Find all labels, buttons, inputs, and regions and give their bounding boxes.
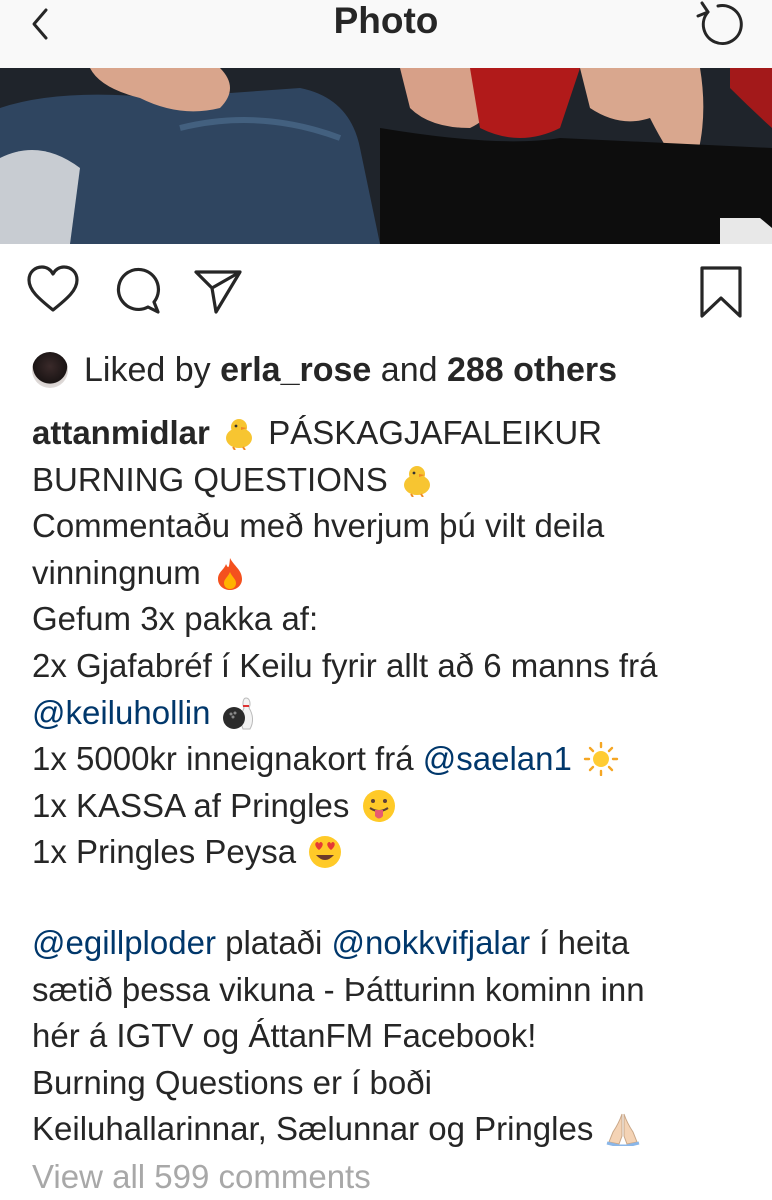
paper-plane-icon[interactable] — [192, 262, 244, 318]
likes-others[interactable]: 288 others — [447, 348, 617, 392]
caption-line-6: 2x Gjafabréf í Keilu fyrir allt að 6 man… — [32, 646, 658, 684]
chick-emoji — [226, 419, 253, 450]
comment-icon[interactable] — [112, 262, 164, 318]
post-photo[interactable] — [0, 68, 772, 244]
caption-line-9: 1x KASSA af Pringles — [32, 786, 350, 824]
likes-prefix: Liked by — [84, 351, 211, 389]
caption-line-14: Burning Questions er í boði — [32, 1063, 432, 1101]
heart-eyes-emoji — [309, 836, 342, 869]
likes-and: and — [380, 351, 438, 389]
chick-emoji — [403, 465, 430, 497]
caption-line-12: sætið þessa vikuna - Þátturinn kominn in… — [32, 970, 645, 1008]
mention-nokkvifjalar[interactable]: @nokkvifjalar — [332, 924, 531, 961]
mention-keiluhollin[interactable]: @keiluhollin — [32, 694, 210, 731]
bookmark-icon[interactable] — [696, 262, 746, 322]
caption-line-1-text: PÁSKAGJAFALEIKUR — [268, 414, 603, 451]
caption-line-2-text: BURNING QUESTIONS — [32, 460, 388, 498]
caption-line-11-text-1: plataði — [225, 923, 323, 961]
sun-emoji — [583, 742, 619, 777]
mention-egillploder[interactable]: @egillploder — [32, 924, 216, 961]
caption-line-5: Gefum 3x pakka af: — [32, 600, 319, 638]
mention-saelan1[interactable]: @saelan1 — [423, 740, 572, 777]
photo-image — [0, 68, 772, 244]
caption-line-13: hér á IGTV og ÁttanFM Facebook! — [32, 1017, 537, 1055]
caption-line-15: Keiluhallarinnar, Sælunnar og Pringles — [32, 1110, 594, 1148]
liker-username[interactable]: erla_rose — [220, 348, 371, 392]
caption-line-10: 1x Pringles Peysa — [32, 833, 297, 871]
caption-username[interactable]: attanmidlar — [32, 414, 210, 451]
view-all-comments-link[interactable]: View all 599 comments — [32, 1155, 371, 1199]
pray-emoji — [606, 1114, 639, 1147]
action-bar — [0, 262, 772, 322]
tongue-emoji — [362, 789, 395, 822]
refresh-icon[interactable] — [688, 0, 744, 50]
likes-summary[interactable]: Liked by erla_rose and 288 others — [32, 348, 617, 392]
caption-line-3: Commentaðu með hverjum þú vilt deila — [32, 507, 605, 545]
caption-line-11-text-2: í heita — [539, 923, 630, 961]
heart-icon[interactable] — [26, 262, 80, 318]
caption-line-8-text: 1x 5000kr inneignakort frá — [32, 740, 414, 778]
post-caption: attanmidlar PÁSKAGJAFALEIKUR BURNING QUE… — [32, 410, 762, 1153]
page-title: Photo — [333, 0, 439, 41]
caption-line-4: vinningnum — [32, 553, 201, 591]
fire-emoji — [217, 557, 242, 590]
top-bar: Photo — [0, 0, 772, 68]
bowling-emoji — [222, 697, 253, 730]
avatar — [32, 352, 68, 388]
